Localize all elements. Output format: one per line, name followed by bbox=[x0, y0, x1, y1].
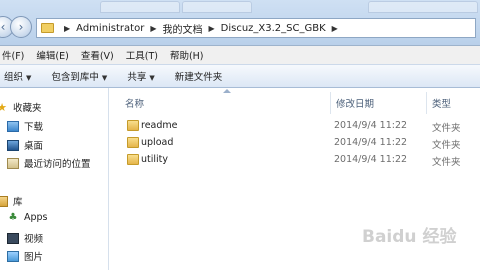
menu-edit[interactable]: 编辑(E) bbox=[30, 48, 74, 62]
menu-help[interactable]: 帮助(H) bbox=[164, 48, 210, 62]
nav-label: 视频 bbox=[24, 234, 44, 245]
file-row[interactable]: upload 2014/9/4 11:22 文件夹 bbox=[110, 135, 480, 151]
file-row[interactable]: readme 2014/9/4 11:22 文件夹 bbox=[110, 118, 480, 134]
share-button[interactable]: 共享 ▼ bbox=[117, 69, 164, 83]
downloads-icon bbox=[7, 120, 19, 132]
nav-buttons: ‹ › bbox=[0, 16, 32, 42]
watermark: Baidu 经验 bbox=[362, 227, 457, 247]
nav-label: 图片 bbox=[24, 252, 44, 263]
file-modified: 2014/9/4 11:22 bbox=[334, 137, 408, 148]
background-tab bbox=[368, 1, 478, 13]
nav-item-pictures[interactable]: 图片 bbox=[7, 249, 43, 263]
column-divider[interactable] bbox=[330, 92, 331, 114]
file-name: utility bbox=[141, 154, 169, 165]
background-tab bbox=[100, 1, 180, 13]
nav-label: 最近访问的位置 bbox=[24, 159, 91, 170]
file-modified: 2014/9/4 11:22 bbox=[334, 120, 408, 131]
breadcrumb-chevron-icon[interactable]: ▶ bbox=[64, 24, 70, 33]
column-header-modified[interactable]: 修改日期 bbox=[336, 96, 374, 110]
file-name: readme bbox=[141, 120, 178, 131]
desktop-icon bbox=[7, 139, 19, 151]
address-bar[interactable]: ▶ Administrator ▶ 我的文档 ▶ Discuz_X3.2_SC_… bbox=[36, 18, 476, 38]
pictures-icon bbox=[7, 250, 19, 262]
file-type: 文件夹 bbox=[432, 157, 461, 168]
background-tab bbox=[182, 1, 252, 13]
include-in-library-label: 包含到库中 bbox=[51, 72, 99, 83]
nav-item-downloads[interactable]: 下载 bbox=[7, 119, 43, 133]
folder-icon bbox=[127, 120, 139, 131]
folder-icon bbox=[127, 154, 139, 165]
apps-icon: ♣ bbox=[8, 212, 18, 223]
nav-label: 库 bbox=[13, 197, 23, 208]
share-label: 共享 bbox=[127, 72, 147, 83]
breadcrumb-item[interactable]: 我的文档 bbox=[162, 21, 202, 36]
column-divider[interactable] bbox=[426, 92, 427, 114]
title-bar: ‹ › ▶ Administrator ▶ 我的文档 ▶ Discuz_X3.2… bbox=[0, 0, 480, 46]
folder-icon bbox=[41, 23, 54, 33]
command-bar: 组织 ▼ 包含到库中 ▼ 共享 ▼ 新建文件夹 bbox=[0, 64, 480, 88]
recent-places-icon bbox=[7, 157, 19, 169]
star-icon: ★ bbox=[0, 100, 7, 114]
sort-arrow-icon bbox=[223, 89, 231, 93]
nav-label: Apps bbox=[24, 212, 48, 223]
new-folder-button[interactable]: 新建文件夹 bbox=[165, 69, 233, 83]
file-type: 文件夹 bbox=[432, 123, 461, 134]
folder-icon bbox=[127, 137, 139, 148]
nav-item-favorites[interactable]: ★ 收藏夹 bbox=[0, 100, 42, 115]
file-row[interactable]: utility 2014/9/4 11:22 文件夹 bbox=[110, 152, 480, 168]
nav-item-desktop[interactable]: 桌面 bbox=[7, 138, 43, 152]
nav-item-recent[interactable]: 最近访问的位置 bbox=[7, 156, 91, 170]
nav-item-apps[interactable]: ♣ Apps bbox=[7, 212, 48, 223]
column-header-type[interactable]: 类型 bbox=[432, 96, 451, 110]
organize-button[interactable]: 组织 ▼ bbox=[0, 69, 41, 83]
menu-view[interactable]: 查看(V) bbox=[75, 48, 120, 62]
navigation-pane: ★ 收藏夹 下载 桌面 最近访问的位置 库 ♣ Apps 视频 图片 bbox=[0, 88, 109, 270]
chevron-down-icon: ▼ bbox=[149, 74, 155, 82]
file-modified: 2014/9/4 11:22 bbox=[334, 154, 408, 165]
column-header-name[interactable]: 名称 bbox=[125, 96, 144, 110]
library-icon bbox=[0, 195, 8, 207]
breadcrumb-chevron-icon[interactable]: ▶ bbox=[208, 24, 214, 33]
menu-file[interactable]: 件(F) bbox=[0, 48, 30, 62]
menu-tools[interactable]: 工具(T) bbox=[120, 48, 164, 62]
nav-item-video[interactable]: 视频 bbox=[7, 231, 43, 245]
nav-label: 下载 bbox=[24, 122, 44, 133]
breadcrumb-item[interactable]: Discuz_X3.2_SC_GBK bbox=[221, 23, 326, 34]
chevron-down-icon: ▼ bbox=[26, 74, 32, 82]
nav-item-library[interactable]: 库 bbox=[0, 194, 23, 208]
breadcrumb-item[interactable]: Administrator bbox=[76, 23, 144, 34]
forward-button[interactable]: › bbox=[10, 16, 32, 38]
nav-label: 收藏夹 bbox=[13, 103, 42, 114]
breadcrumb-chevron-icon[interactable]: ▶ bbox=[150, 24, 156, 33]
include-in-library-button[interactable]: 包含到库中 ▼ bbox=[41, 69, 117, 83]
file-type: 文件夹 bbox=[432, 140, 461, 151]
organize-label: 组织 bbox=[4, 72, 24, 83]
video-icon bbox=[7, 232, 19, 244]
menu-bar: 件(F) 编辑(E) 查看(V) 工具(T) 帮助(H) bbox=[0, 46, 480, 64]
breadcrumb-chevron-icon[interactable]: ▶ bbox=[332, 24, 338, 33]
chevron-down-icon: ▼ bbox=[101, 74, 108, 82]
file-name: upload bbox=[141, 137, 174, 148]
nav-label: 桌面 bbox=[24, 141, 44, 152]
